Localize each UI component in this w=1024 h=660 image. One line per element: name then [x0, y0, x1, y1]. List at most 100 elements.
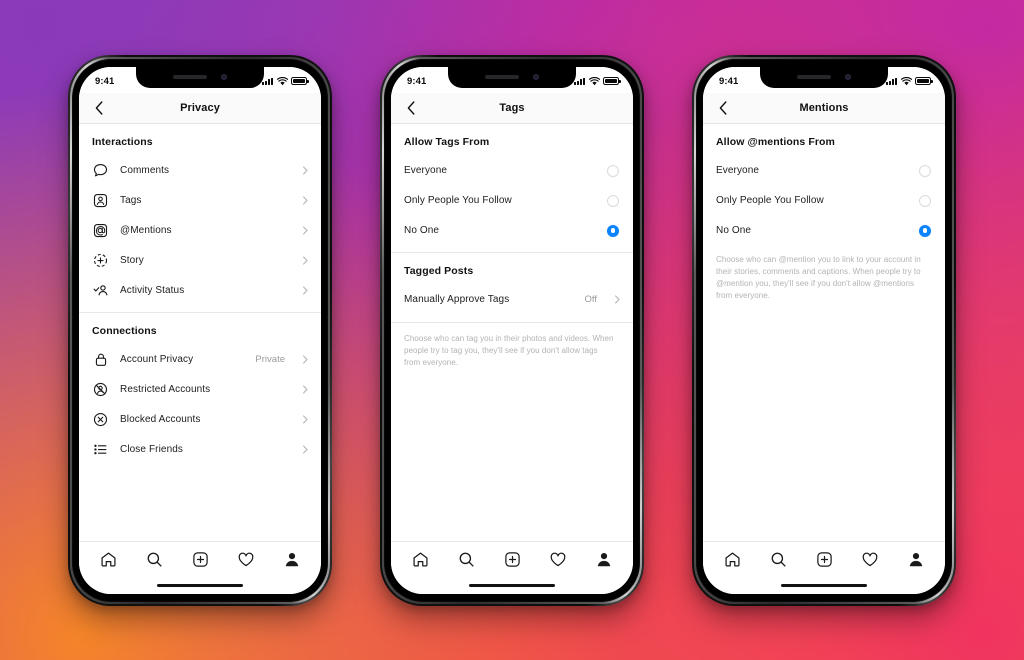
wifi-icon — [900, 76, 912, 85]
home-icon — [412, 552, 428, 567]
phone-bezel: 9:41 Privacy Interactions Comments Tags … — [73, 59, 327, 601]
tab-search[interactable] — [453, 549, 479, 571]
status-time: 9:41 — [95, 75, 115, 87]
radio-button[interactable] — [919, 164, 931, 177]
nav-bar-mentions: Mentions — [703, 92, 945, 124]
heart-icon — [550, 552, 566, 567]
activity-status-icon — [92, 282, 109, 299]
list-item-manually-approve-tags[interactable]: Manually Approve Tags Off — [391, 285, 633, 315]
front-camera-icon — [221, 74, 227, 80]
tab-profile[interactable] — [279, 549, 305, 571]
phone-device-privacy: 9:41 Privacy Interactions Comments Tags … — [68, 54, 332, 606]
option-label: Only People You Follow — [404, 195, 512, 206]
option-no-one[interactable]: No One — [703, 216, 945, 246]
tab-home[interactable] — [95, 549, 121, 571]
chevron-right-icon — [301, 415, 310, 424]
tab-create[interactable] — [811, 549, 837, 571]
plus-square-icon — [816, 552, 832, 567]
wifi-icon — [276, 76, 288, 85]
section-heading-interactions: Interactions — [92, 135, 153, 148]
list-item-close-friends[interactable]: Close Friends — [79, 435, 321, 465]
status-time: 9:41 — [407, 75, 427, 87]
radio-button-selected[interactable] — [919, 224, 931, 237]
tab-search[interactable] — [765, 549, 791, 571]
list-item-mentions[interactable]: @Mentions — [79, 216, 321, 246]
phone-mockup-stage: 9:41 Privacy Interactions Comments Tags … — [0, 0, 1024, 660]
back-button[interactable] — [91, 100, 107, 116]
chevron-right-icon — [301, 385, 310, 394]
cellular-signal-icon — [886, 77, 897, 85]
search-icon — [771, 552, 786, 567]
group-heading-tagged-posts: Tagged Posts — [404, 264, 474, 277]
option-everyone[interactable]: Everyone — [703, 156, 945, 186]
home-icon — [724, 552, 740, 567]
battery-icon — [603, 77, 621, 85]
list-item-blocked-accounts[interactable]: Blocked Accounts — [79, 405, 321, 435]
notch — [136, 66, 264, 88]
list-item-label: Blocked Accounts — [120, 414, 201, 425]
phone-screen-mentions: 9:41 Mentions Allow @mentions From Every… — [703, 66, 945, 594]
tab-create[interactable] — [187, 549, 213, 571]
back-button[interactable] — [715, 100, 731, 116]
option-everyone[interactable]: Everyone — [391, 156, 633, 186]
earpiece-speaker-icon — [173, 75, 207, 79]
status-time: 9:41 — [719, 75, 739, 87]
radio-button[interactable] — [607, 164, 619, 177]
tab-activity[interactable] — [545, 549, 571, 571]
page-title: Tags — [499, 101, 525, 114]
section-heading-connections: Connections — [92, 324, 157, 337]
list-item-tags[interactable]: Tags — [79, 186, 321, 216]
front-camera-icon — [533, 74, 539, 80]
footnote-text: Choose who can tag you in their photos a… — [404, 333, 614, 367]
phone-bezel: 9:41 Mentions Allow @mentions From Every… — [697, 59, 951, 601]
tab-activity[interactable] — [857, 549, 883, 571]
option-only-people-you-follow[interactable]: Only People You Follow — [703, 186, 945, 216]
list-item-account-privacy[interactable]: Account Privacy Private — [79, 345, 321, 375]
notch — [448, 66, 576, 88]
bottom-tab-bar — [79, 540, 321, 578]
tab-activity[interactable] — [233, 549, 259, 571]
at-mention-icon — [92, 222, 109, 239]
phone-device-tags: 9:41 Tags Allow Tags From Everyone Only … — [380, 54, 644, 606]
front-camera-icon — [845, 74, 851, 80]
home-indicator — [391, 577, 633, 594]
tab-profile[interactable] — [591, 549, 617, 571]
comment-bubble-icon — [92, 162, 109, 179]
tab-profile[interactable] — [903, 549, 929, 571]
tab-search[interactable] — [141, 549, 167, 571]
tab-home[interactable] — [719, 549, 745, 571]
heart-icon — [862, 552, 878, 567]
list-item-story[interactable]: Story — [79, 246, 321, 276]
radio-button[interactable] — [607, 194, 619, 207]
earpiece-speaker-icon — [797, 75, 831, 79]
page-title: Mentions — [799, 101, 849, 114]
bottom-tab-bar — [703, 540, 945, 578]
restricted-icon — [92, 381, 109, 398]
tags-settings: Allow Tags From Everyone Only People You… — [391, 123, 633, 541]
group-heading-allow-mentions-from: Allow @mentions From — [716, 135, 835, 148]
radio-button-selected[interactable] — [607, 224, 619, 237]
close-friends-list-icon — [92, 441, 109, 458]
blocked-circle-x-icon — [92, 411, 109, 428]
list-item-label: Story — [120, 255, 144, 266]
nav-bar-privacy: Privacy — [79, 92, 321, 124]
option-label: No One — [404, 225, 440, 236]
list-item-comments[interactable]: Comments — [79, 156, 321, 186]
option-only-people-you-follow[interactable]: Only People You Follow — [391, 186, 633, 216]
chevron-right-icon — [301, 166, 310, 175]
status-indicators — [886, 76, 933, 86]
person-filled-icon — [285, 553, 299, 567]
home-indicator — [79, 577, 321, 594]
chevron-right-icon — [301, 355, 310, 364]
list-item-label: @Mentions — [120, 225, 172, 236]
list-item-restricted-accounts[interactable]: Restricted Accounts — [79, 375, 321, 405]
list-item-activity-status[interactable]: Activity Status — [79, 276, 321, 306]
tab-home[interactable] — [407, 549, 433, 571]
option-no-one[interactable]: No One — [391, 216, 633, 246]
home-indicator — [703, 577, 945, 594]
radio-button[interactable] — [919, 194, 931, 207]
story-plus-icon — [92, 252, 109, 269]
person-filled-icon — [909, 553, 923, 567]
back-button[interactable] — [403, 100, 419, 116]
tab-create[interactable] — [499, 549, 525, 571]
